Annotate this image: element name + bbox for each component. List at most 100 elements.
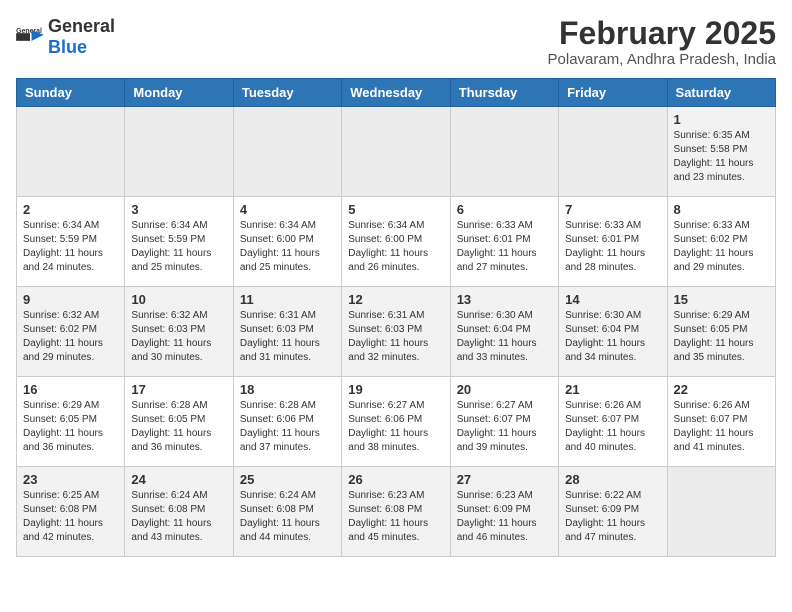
weekday-header-friday: Friday (559, 79, 667, 107)
calendar-day-empty (125, 107, 233, 197)
day-info: Sunrise: 6:32 AM Sunset: 6:02 PM Dayligh… (23, 309, 118, 365)
day-info: Sunrise: 6:34 AM Sunset: 6:00 PM Dayligh… (348, 219, 443, 275)
day-info: Sunrise: 6:30 AM Sunset: 6:04 PM Dayligh… (457, 309, 552, 365)
day-number: 10 (131, 292, 226, 307)
day-info: Sunrise: 6:24 AM Sunset: 6:08 PM Dayligh… (131, 489, 226, 545)
day-info: Sunrise: 6:26 AM Sunset: 6:07 PM Dayligh… (674, 399, 769, 455)
calendar-day-7: 7 Sunrise: 6:33 AM Sunset: 6:01 PM Daylig… (559, 197, 667, 287)
day-number: 14 (565, 292, 660, 307)
day-number: 24 (131, 472, 226, 487)
day-info: Sunrise: 6:35 AM Sunset: 5:58 PM Dayligh… (674, 129, 769, 185)
calendar-day-2: 2 Sunrise: 6:34 AM Sunset: 5:59 PM Daylig… (17, 197, 125, 287)
day-number: 12 (348, 292, 443, 307)
day-info: Sunrise: 6:29 AM Sunset: 6:05 PM Dayligh… (23, 399, 118, 455)
day-info: Sunrise: 6:32 AM Sunset: 6:03 PM Dayligh… (131, 309, 226, 365)
day-info: Sunrise: 6:25 AM Sunset: 6:08 PM Dayligh… (23, 489, 118, 545)
day-info: Sunrise: 6:29 AM Sunset: 6:05 PM Dayligh… (674, 309, 769, 365)
calendar-day-17: 17 Sunrise: 6:28 AM Sunset: 6:05 PM Dayli… (125, 377, 233, 467)
calendar-week-row: 16 Sunrise: 6:29 AM Sunset: 6:05 PM Dayli… (17, 377, 776, 467)
day-number: 26 (348, 472, 443, 487)
calendar-day-16: 16 Sunrise: 6:29 AM Sunset: 6:05 PM Dayli… (17, 377, 125, 467)
calendar-week-row: 2 Sunrise: 6:34 AM Sunset: 5:59 PM Daylig… (17, 197, 776, 287)
calendar-day-6: 6Sunrise: 6:33 AM Sunset: 6:01 PM Daylig… (450, 197, 558, 287)
day-info: Sunrise: 6:34 AM Sunset: 6:00 PM Dayligh… (240, 219, 335, 275)
day-number: 25 (240, 472, 335, 487)
day-info: Sunrise: 6:24 AM Sunset: 6:08 PM Dayligh… (240, 489, 335, 545)
logo-blue: Blue (48, 37, 87, 57)
day-number: 18 (240, 382, 335, 397)
day-number: 16 (23, 382, 118, 397)
day-info: Sunrise: 6:31 AM Sunset: 6:03 PM Dayligh… (348, 309, 443, 365)
logo: General General Blue (16, 16, 115, 58)
logo-icon: General (16, 27, 44, 47)
day-info: Sunrise: 6:22 AM Sunset: 6:09 PM Dayligh… (565, 489, 660, 545)
calendar-table: SundayMondayTuesdayWednesdayThursdayFrid… (16, 78, 776, 557)
weekday-header-sunday: Sunday (17, 79, 125, 107)
calendar-day-13: 13Sunrise: 6:30 AM Sunset: 6:04 PM Dayli… (450, 287, 558, 377)
calendar-week-row: 23 Sunrise: 6:25 AM Sunset: 6:08 PM Dayli… (17, 467, 776, 557)
calendar-day-23: 23 Sunrise: 6:25 AM Sunset: 6:08 PM Dayli… (17, 467, 125, 557)
page-header: General General Blue February 2025 Polav… (16, 16, 776, 68)
day-number: 27 (457, 472, 552, 487)
day-info: Sunrise: 6:31 AM Sunset: 6:03 PM Dayligh… (240, 309, 335, 365)
weekday-header-thursday: Thursday (450, 79, 558, 107)
day-number: 19 (348, 382, 443, 397)
day-info: Sunrise: 6:34 AM Sunset: 5:59 PM Dayligh… (131, 219, 226, 275)
day-number: 15 (674, 292, 769, 307)
calendar-day-24: 24 Sunrise: 6:24 AM Sunset: 6:08 PM Dayli… (125, 467, 233, 557)
calendar-title: February 2025 (548, 16, 776, 51)
calendar-subtitle: Polavaram, Andhra Pradesh, India (548, 51, 776, 68)
calendar-day-4: 4 Sunrise: 6:34 AM Sunset: 6:00 PM Daylig… (233, 197, 341, 287)
calendar-day-26: 26Sunrise: 6:23 AM Sunset: 6:08 PM Dayli… (342, 467, 450, 557)
calendar-day-empty (559, 107, 667, 197)
calendar-day-27: 27 Sunrise: 6:23 AM Sunset: 6:09 PM Dayli… (450, 467, 558, 557)
day-number: 7 (565, 202, 660, 217)
day-info: Sunrise: 6:28 AM Sunset: 6:06 PM Dayligh… (240, 399, 335, 455)
day-number: 4 (240, 202, 335, 217)
day-number: 3 (131, 202, 226, 217)
calendar-day-10: 10 Sunrise: 6:32 AM Sunset: 6:03 PM Dayli… (125, 287, 233, 377)
day-info: Sunrise: 6:27 AM Sunset: 6:07 PM Dayligh… (457, 399, 552, 455)
calendar-day-21: 21Sunrise: 6:26 AM Sunset: 6:07 PM Dayli… (559, 377, 667, 467)
day-number: 28 (565, 472, 660, 487)
day-number: 9 (23, 292, 118, 307)
day-info: Sunrise: 6:34 AM Sunset: 5:59 PM Dayligh… (23, 219, 118, 275)
day-number: 11 (240, 292, 335, 307)
weekday-header-row: SundayMondayTuesdayWednesdayThursdayFrid… (17, 79, 776, 107)
calendar-day-11: 11 Sunrise: 6:31 AM Sunset: 6:03 PM Dayli… (233, 287, 341, 377)
day-number: 6 (457, 202, 552, 217)
calendar-day-3: 3 Sunrise: 6:34 AM Sunset: 5:59 PM Daylig… (125, 197, 233, 287)
calendar-day-20: 20Sunrise: 6:27 AM Sunset: 6:07 PM Dayli… (450, 377, 558, 467)
day-info: Sunrise: 6:30 AM Sunset: 6:04 PM Dayligh… (565, 309, 660, 365)
title-section: February 2025 Polavaram, Andhra Pradesh,… (548, 16, 776, 68)
day-info: Sunrise: 6:23 AM Sunset: 6:09 PM Dayligh… (457, 489, 552, 545)
calendar-day-15: 15 Sunrise: 6:29 AM Sunset: 6:05 PM Dayli… (667, 287, 775, 377)
day-number: 1 (674, 112, 769, 127)
calendar-day-8: 8 Sunrise: 6:33 AM Sunset: 6:02 PM Daylig… (667, 197, 775, 287)
day-number: 2 (23, 202, 118, 217)
calendar-day-28: 28 Sunrise: 6:22 AM Sunset: 6:09 PM Dayli… (559, 467, 667, 557)
day-number: 17 (131, 382, 226, 397)
day-info: Sunrise: 6:28 AM Sunset: 6:05 PM Dayligh… (131, 399, 226, 455)
calendar-week-row: 9 Sunrise: 6:32 AM Sunset: 6:02 PM Daylig… (17, 287, 776, 377)
calendar-day-25: 25 Sunrise: 6:24 AM Sunset: 6:08 PM Dayli… (233, 467, 341, 557)
calendar-day-9: 9 Sunrise: 6:32 AM Sunset: 6:02 PM Daylig… (17, 287, 125, 377)
weekday-header-wednesday: Wednesday (342, 79, 450, 107)
day-info: Sunrise: 6:26 AM Sunset: 6:07 PM Dayligh… (565, 399, 660, 455)
calendar-day-18: 18 Sunrise: 6:28 AM Sunset: 6:06 PM Dayli… (233, 377, 341, 467)
day-number: 22 (674, 382, 769, 397)
calendar-day-5: 5 Sunrise: 6:34 AM Sunset: 6:00 PM Daylig… (342, 197, 450, 287)
day-info: Sunrise: 6:33 AM Sunset: 6:01 PM Dayligh… (565, 219, 660, 275)
calendar-day-empty (450, 107, 558, 197)
calendar-day-empty (667, 467, 775, 557)
day-number: 23 (23, 472, 118, 487)
day-info: Sunrise: 6:33 AM Sunset: 6:02 PM Dayligh… (674, 219, 769, 275)
day-number: 5 (348, 202, 443, 217)
calendar-day-empty (233, 107, 341, 197)
calendar-day-12: 12 Sunrise: 6:31 AM Sunset: 6:03 PM Dayli… (342, 287, 450, 377)
calendar-week-row: 1 Sunrise: 6:35 AM Sunset: 5:58 PM Daylig… (17, 107, 776, 197)
weekday-header-monday: Monday (125, 79, 233, 107)
logo-general: General (48, 16, 115, 36)
day-number: 8 (674, 202, 769, 217)
calendar-day-19: 19Sunrise: 6:27 AM Sunset: 6:06 PM Dayli… (342, 377, 450, 467)
